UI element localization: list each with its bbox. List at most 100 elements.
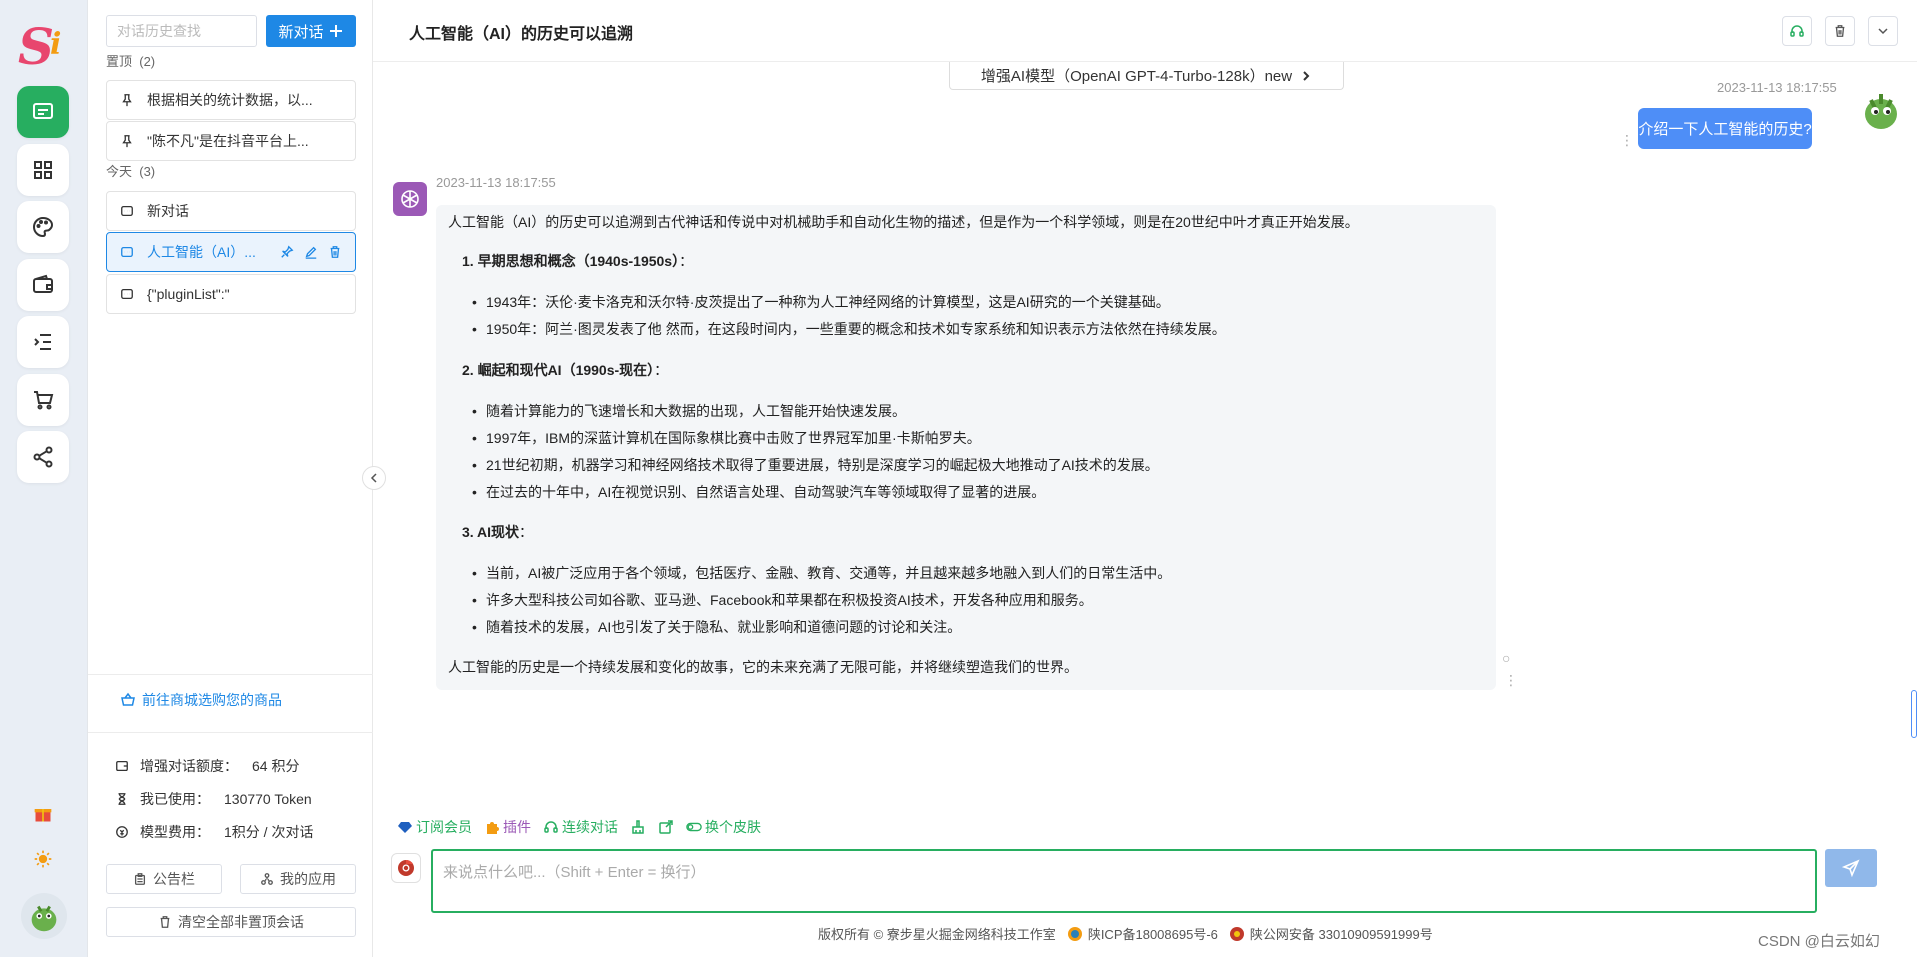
scroll-indicator[interactable]: [1911, 690, 1917, 738]
more-options-button[interactable]: [1868, 16, 1898, 46]
user-message-menu-icon[interactable]: ⋮: [1620, 132, 1634, 149]
pin-icon[interactable]: [279, 244, 295, 260]
model-label: 增强AI模型（OpenAI GPT-4-Turbo-128k）new: [980, 68, 1293, 85]
clean-tool[interactable]: [630, 817, 646, 837]
model-selector[interactable]: 增强AI模型（OpenAI GPT-4-Turbo-128k）new: [949, 62, 1344, 90]
police-text: 陕公网安备 33010909591999号: [1249, 927, 1433, 942]
plugin-tool[interactable]: 插件: [484, 817, 531, 837]
rail-list-button[interactable]: [17, 316, 69, 368]
continuous-chat-tool[interactable]: 连续对话: [543, 817, 618, 837]
trash-icon: [1835, 25, 1845, 37]
cart-icon: [34, 391, 54, 410]
conversation-item[interactable]: 新对话: [106, 191, 356, 231]
wallet-icon: [33, 274, 53, 293]
pinned-conversation-item[interactable]: "陈不凡"是在抖音平台上...: [106, 121, 356, 161]
conversation-title: 根据相关的统计数据，以...: [147, 92, 313, 108]
user-avatar[interactable]: [21, 893, 67, 939]
conversation-title: {"pluginList":": [147, 286, 230, 302]
chevron-right-icon: [1303, 70, 1310, 81]
grid-icon: [34, 161, 52, 179]
my-apps-label: 我的应用: [280, 871, 336, 887]
plus-icon: [329, 25, 342, 37]
history-search-input[interactable]: 对话历史查找: [106, 15, 257, 47]
subscribe-tool[interactable]: 订阅会员: [397, 817, 472, 837]
clear-conversations-button[interactable]: 清空全部非置顶会话: [106, 907, 356, 937]
send-button[interactable]: [1825, 849, 1877, 887]
rail-share-button[interactable]: [17, 431, 69, 483]
headset-icon: [544, 821, 558, 833]
bot-message-menu-icon[interactable]: ⋮: [1504, 672, 1518, 689]
shop-link-label: 前往商城选购您的商品: [142, 692, 282, 708]
apps-icon: [261, 873, 273, 885]
message-input[interactable]: 来说点什么吧...（Shift + Enter = 换行）: [431, 849, 1817, 913]
icon-rail: S i: [0, 0, 88, 957]
usage-stat: 我已使用： 130770 Token: [114, 789, 312, 809]
today-section-label: 今天 (3): [106, 164, 156, 179]
list-item: 随着技术的发展，AI也引发了关于隐私、就业影响和道德问题的讨论和关注。: [472, 618, 961, 638]
new-chat-button[interactable]: 新对话: [266, 15, 356, 47]
shop-link[interactable]: 前往商城选购您的商品: [120, 690, 282, 710]
chat-icon: [33, 103, 53, 119]
police-link[interactable]: 陕公网安备 33010909591999号: [1228, 924, 1433, 943]
list-item: 当前，AI被广泛应用于各个领域，包括医疗、金融、教育、交通等，并且越来越多地融入…: [472, 564, 1171, 584]
bot-outro: 人工智能的历史是一个持续发展和变化的故事，它的未来充满了无限可能，并将继续塑造我…: [448, 659, 1078, 675]
sun-icon[interactable]: [30, 846, 56, 872]
conversation-sidebar: 对话历史查找 新对话 置顶 (2) 根据相关的统计数据，以... "陈不凡"是在…: [88, 0, 373, 957]
notice-button[interactable]: 公告栏: [106, 864, 222, 894]
icp-badge-icon: [1067, 926, 1082, 941]
share-icon: [33, 446, 53, 468]
change-skin-tool[interactable]: 换个皮肤: [686, 817, 761, 837]
stat-label: 我已使用：: [140, 791, 210, 807]
list-item: 许多大型科技公司如谷歌、亚马逊、Facebook和苹果都在积极投资AI技术，开发…: [472, 591, 1093, 611]
chrome-icon[interactable]: [391, 853, 421, 883]
logo-letter-s: S: [18, 17, 55, 76]
export-icon: [659, 820, 673, 834]
rail-cart-button[interactable]: [17, 374, 69, 426]
pinned-conversation-item[interactable]: 根据相关的统计数据，以...: [106, 80, 356, 120]
conversation-item-active[interactable]: 人工智能（AI）...: [106, 232, 356, 272]
list-item: 1943年：沃伦·麦卡洛克和沃尔特·皮茨提出了一种称为人工神经网络的计算模型，这…: [472, 293, 1170, 313]
tool-label: 换个皮肤: [705, 819, 761, 835]
bot-message-bubble: 人工智能（AI）的历史可以追溯到古代神话和传说中对机械助手和自动化生物的描述，但…: [436, 205, 1496, 690]
tool-label: 连续对话: [562, 819, 618, 835]
continuous-chat-toggle[interactable]: [1782, 16, 1812, 46]
message-icon: [119, 204, 135, 218]
openai-icon: [393, 182, 427, 216]
rail-draw-button[interactable]: [17, 201, 69, 253]
new-chat-label: 新对话: [278, 23, 324, 41]
list-item: 在过去的十年中，AI在视觉识别、自然语言处理、自动驾驶汽车等领域取得了显著的进展…: [472, 483, 1045, 503]
pinned-section-label: 置顶 (2): [106, 54, 156, 69]
rail-chat-button[interactable]: [17, 86, 69, 138]
list-item: 21世纪初期，机器学习和神经网络技术取得了重要进展，特别是深度学习的崛起极大地推…: [472, 456, 1159, 476]
pin-icon: [119, 134, 135, 148]
conversation-title: 新对话: [147, 203, 189, 219]
palette-icon: [33, 216, 54, 238]
tool-label: 插件: [503, 819, 531, 835]
icp-link[interactable]: 陕ICP备18008695号-6: [1066, 924, 1218, 943]
clear-label: 清空全部非置顶会话: [178, 914, 304, 930]
rail-wallet-button[interactable]: [17, 259, 69, 311]
conversation-item[interactable]: {"pluginList":": [106, 274, 356, 314]
gift-icon[interactable]: [30, 801, 56, 827]
export-tool[interactable]: [658, 817, 674, 837]
edit-icon[interactable]: [303, 244, 319, 260]
sidebar-divider: [88, 732, 373, 733]
headset-icon: [1790, 25, 1804, 37]
section-heading: 1. 早期思想和概念（1940s-1950s）：: [462, 253, 694, 269]
delete-chat-button[interactable]: [1825, 16, 1855, 46]
notice-label: 公告栏: [153, 871, 195, 887]
wallet-icon: [114, 758, 130, 774]
chat-header: 人工智能（AI）的历史可以追溯: [373, 0, 1917, 62]
conversation-title: 人工智能（AI）...: [147, 244, 256, 260]
list-indent-icon: [34, 334, 51, 350]
user-message-time: 2023-11-13 18:17:55: [1717, 80, 1837, 95]
sidebar-divider: [88, 674, 373, 675]
trash-icon: [160, 916, 170, 928]
stat-value: 130770 Token: [224, 791, 312, 807]
section-heading: 2. 崛起和现代AI（1990s-现在）：: [462, 362, 669, 378]
watermark: CSDN @白云如幻: [1758, 933, 1880, 950]
police-badge-icon: [1229, 926, 1244, 941]
trash-icon[interactable]: [327, 244, 343, 260]
my-apps-button[interactable]: 我的应用: [240, 864, 356, 894]
rail-apps-button[interactable]: [17, 144, 69, 196]
